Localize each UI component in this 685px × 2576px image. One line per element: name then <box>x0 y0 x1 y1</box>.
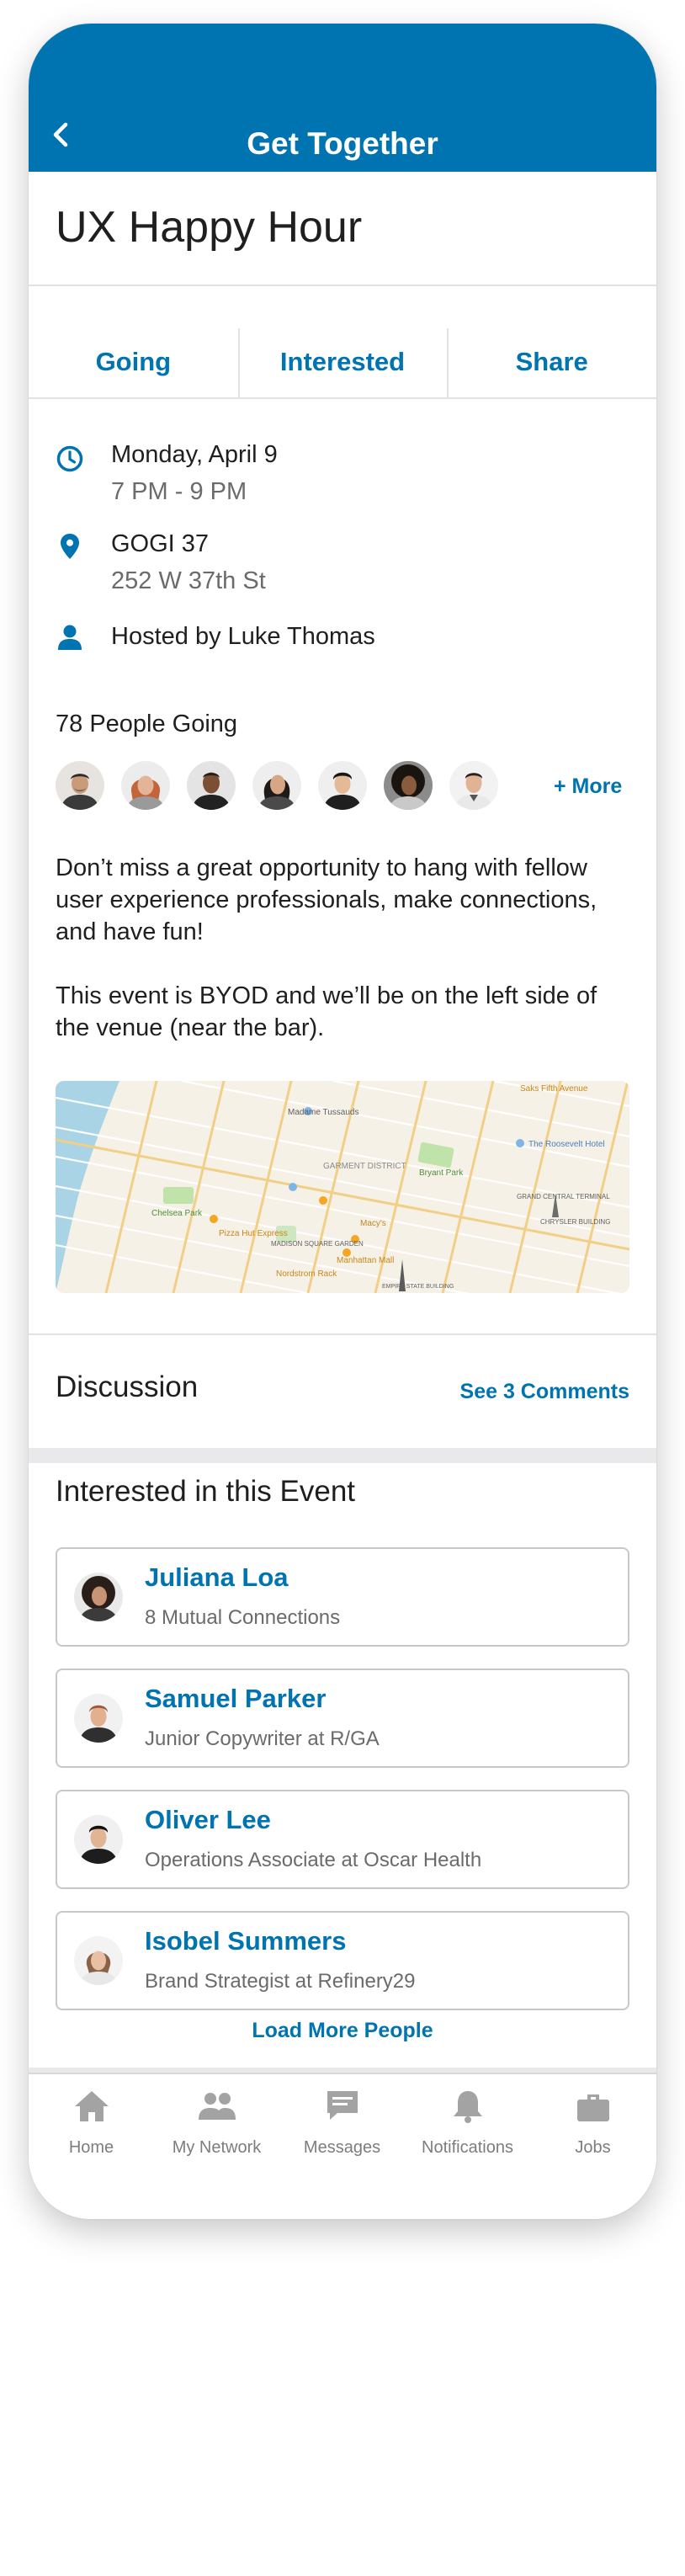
map-label: MADISON SQUARE GARDEN <box>271 1240 364 1248</box>
avatar <box>74 1936 123 1985</box>
person-subtitle: Operations Associate at Oscar Health <box>145 1849 482 1871</box>
avatar[interactable] <box>187 761 236 810</box>
location-pin-icon <box>61 534 79 559</box>
tab-label: Home <box>68 2138 114 2157</box>
briefcase-icon <box>576 2094 609 2121</box>
venue-address: 252 W 37th St <box>111 567 266 594</box>
see-comments-link[interactable]: See 3 Comments <box>460 1380 629 1404</box>
event-time: 7 PM - 9 PM <box>111 478 247 505</box>
interested-button[interactable]: Interested <box>237 305 448 419</box>
map-label: GARMENT DISTRICT <box>323 1162 406 1171</box>
person-card[interactable]: Juliana Loa 8 Mutual Connections <box>56 1547 629 1647</box>
map-label: EMPIRE STATE BUILDING <box>382 1284 454 1290</box>
tab-label: Notifications <box>422 2138 513 2157</box>
bell-icon <box>453 2091 482 2123</box>
event-actions: Going Interested Share <box>29 305 656 419</box>
section-separator <box>29 1448 656 1463</box>
person-card[interactable]: Isobel Summers Brand Strategist at Refin… <box>56 1911 629 2010</box>
venue-name: GOGI 37 <box>111 530 210 557</box>
message-icon <box>327 2091 358 2120</box>
map-label: Nordstrom Rack <box>276 1269 337 1279</box>
person-icon <box>58 625 82 650</box>
person-card[interactable]: Samuel Parker Junior Copywriter at R/GA <box>56 1669 629 1768</box>
person-subtitle: 8 Mutual Connections <box>145 1606 341 1629</box>
tab-home[interactable]: Home <box>29 2074 154 2175</box>
home-icon <box>74 2091 109 2121</box>
avatar[interactable] <box>318 761 367 810</box>
person-name[interactable]: Isobel Summers <box>145 1926 346 1956</box>
person-subtitle: Brand Strategist at Refinery29 <box>145 1970 416 1993</box>
tab-my-network[interactable]: My Network <box>154 2074 279 2175</box>
interested-title: Interested in this Event <box>56 1475 356 1508</box>
event-map[interactable]: Saks Fifth Avenue Madame Tussauds GARMEN… <box>56 1081 629 1293</box>
clock-icon <box>56 445 83 472</box>
event-date: Monday, April 9 <box>111 441 278 468</box>
app-bar: Get Together <box>29 24 656 172</box>
avatar[interactable] <box>384 761 433 810</box>
going-button[interactable]: Going <box>29 305 238 419</box>
map-label: Chelsea Park <box>151 1209 203 1218</box>
event-description: Don’t miss a great opportunity to hang w… <box>56 854 597 945</box>
map-label: The Roosevelt Hotel <box>528 1140 605 1149</box>
map-label: Saks Fifth Avenue <box>520 1084 588 1094</box>
app-bar-title: Get Together <box>247 126 438 161</box>
person-name[interactable]: Samuel Parker <box>145 1684 326 1714</box>
bottom-tab-bar: Home My Network Messages Notifications J… <box>29 2073 656 2219</box>
map-label: GRAND CENTRAL TERMINAL <box>517 1193 610 1200</box>
avatar <box>74 1815 123 1864</box>
map-label: Manhattan Mall <box>337 1256 394 1265</box>
avatar[interactable] <box>121 761 170 810</box>
divider <box>29 1333 656 1335</box>
map-label: Pizza Hut Express <box>219 1229 288 1238</box>
share-button[interactable]: Share <box>447 305 656 419</box>
divider <box>29 397 656 399</box>
person-subtitle: Junior Copywriter at R/GA <box>145 1727 380 1750</box>
people-icon <box>198 2093 236 2120</box>
tab-label: Jobs <box>575 2138 611 2157</box>
event-note: This event is BYOD and we’ll be on the l… <box>56 982 597 1041</box>
divider <box>29 285 656 286</box>
event-title: UX Happy Hour <box>56 203 363 252</box>
avatar <box>74 1694 123 1743</box>
tab-jobs[interactable]: Jobs <box>530 2074 656 2175</box>
avatar <box>74 1573 123 1621</box>
tab-label: My Network <box>172 2138 262 2157</box>
map-label: Bryant Park <box>419 1168 464 1178</box>
avatar[interactable] <box>449 761 498 810</box>
person-name[interactable]: Juliana Loa <box>145 1562 289 1593</box>
person-name[interactable]: Oliver Lee <box>145 1805 271 1835</box>
going-count: 78 People Going <box>56 711 238 737</box>
phone-screen: Get Together UX Happy Hour Going Interes… <box>29 24 656 2219</box>
discussion-title: Discussion <box>56 1370 199 1403</box>
person-card[interactable]: Oliver Lee Operations Associate at Oscar… <box>56 1790 629 1889</box>
map-label: CHRYSLER BUILDING <box>540 1218 610 1226</box>
avatar[interactable] <box>56 761 104 810</box>
tab-notifications[interactable]: Notifications <box>405 2074 530 2175</box>
tab-label: Messages <box>303 2138 381 2157</box>
map-label: Madame Tussauds <box>288 1108 359 1117</box>
load-more-button[interactable]: Load More People <box>29 2019 656 2043</box>
more-attendees-link[interactable]: + More <box>554 774 622 799</box>
tab-messages[interactable]: Messages <box>279 2074 405 2175</box>
host-text: Hosted by Luke Thomas <box>111 623 375 650</box>
avatar[interactable] <box>252 761 301 810</box>
map-label: Macy's <box>360 1219 386 1228</box>
attendee-avatars: + More <box>56 761 645 812</box>
